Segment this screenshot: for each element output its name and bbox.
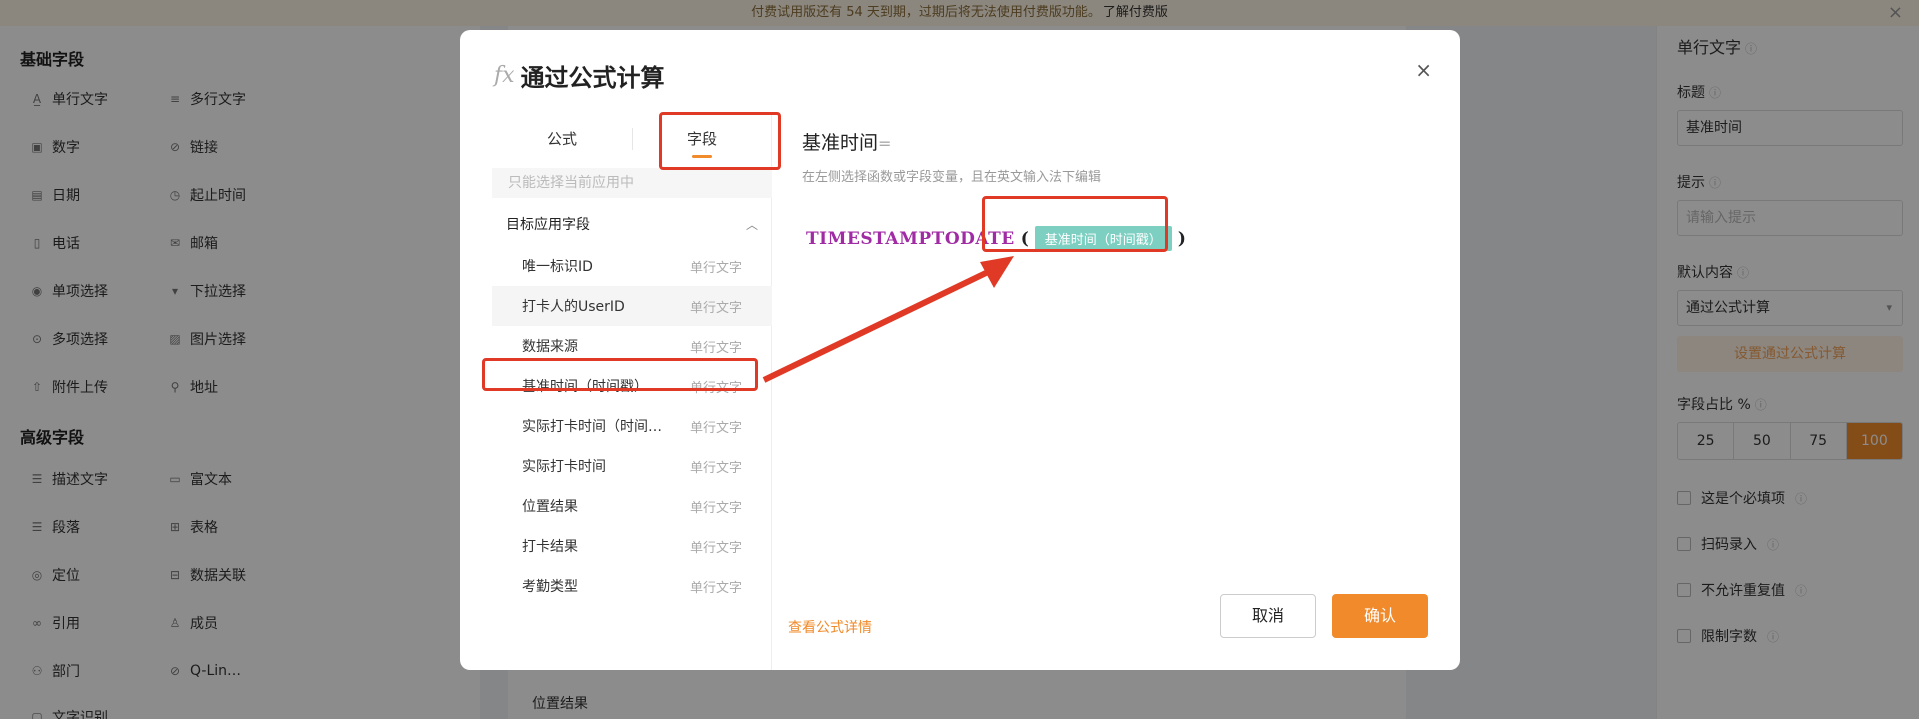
annotation-arrow [762, 256, 1014, 383]
